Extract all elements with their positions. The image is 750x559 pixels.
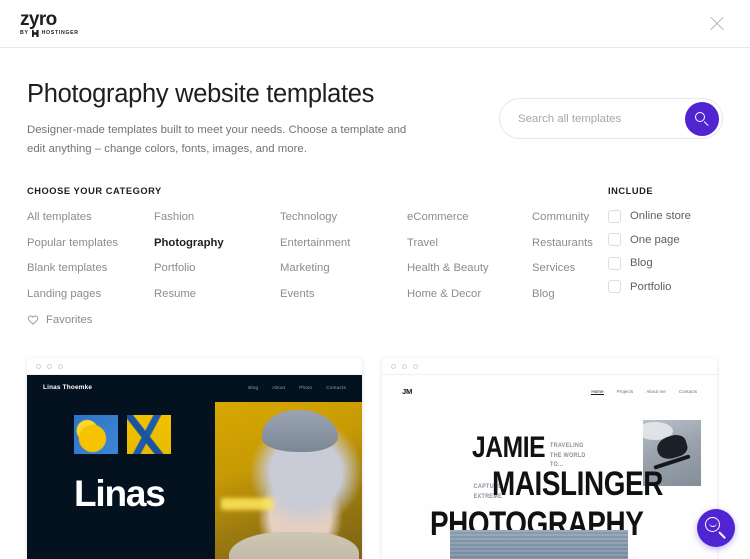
zyro-logo[interactable]: zyro BY HOSTINGER <box>12 10 79 37</box>
checkbox-one-page[interactable] <box>608 233 621 247</box>
category-item-marketing[interactable]: Marketing <box>280 261 407 276</box>
template-grid: Linas Thoemke Blog About Photo Contacts … <box>27 358 723 559</box>
category-item-all-templates[interactable]: All templates <box>27 210 154 225</box>
by-text: BY <box>20 29 29 36</box>
chrome-dot-icon <box>36 363 41 369</box>
hostinger-text: HOSTINGER <box>41 29 79 36</box>
checkbox-blog[interactable] <box>608 256 621 270</box>
search-input[interactable] <box>518 112 685 125</box>
ocean-photo <box>450 530 628 559</box>
preview-nav-item-photo: Photo <box>299 385 313 391</box>
category-item-technology[interactable]: Technology <box>280 210 407 225</box>
preview-headline: Linas <box>74 473 166 515</box>
preview-nav-item-projects: Projects <box>616 388 634 394</box>
preview-nav: Linas Thoemke Blog About Photo Contacts <box>27 375 362 391</box>
template-card-linas[interactable]: Linas Thoemke Blog About Photo Contacts … <box>27 358 362 559</box>
category-item-popular-templates[interactable]: Popular templates <box>27 236 154 251</box>
close-icon[interactable] <box>704 11 730 37</box>
template-preview-linas: Linas Thoemke Blog About Photo Contacts … <box>27 375 362 559</box>
preview-nav-links: Home Projects About me Contacts <box>591 389 697 395</box>
chrome-dot-icon <box>391 363 396 369</box>
category-item-portfolio[interactable]: Portfolio <box>154 261 280 276</box>
category-item-community[interactable]: Community <box>532 210 608 225</box>
chrome-dot-icon <box>413 363 418 369</box>
category-item-events[interactable]: Events <box>280 287 407 302</box>
filters-section: CHOOSE YOUR CATEGORY All templates Fashi… <box>27 186 723 327</box>
category-item-services[interactable]: Services <box>532 261 608 276</box>
include-heading: INCLUDE <box>608 185 654 196</box>
preview-headline-line2: MAISLINGER <box>492 465 663 504</box>
category-item-ecommerce[interactable]: eCommerce <box>407 210 532 225</box>
category-item-travel[interactable]: Travel <box>407 236 532 251</box>
chrome-dot-icon <box>402 363 407 369</box>
category-item-restaurants[interactable]: Restaurants <box>532 236 608 251</box>
page-head: Photography website templates Designer-m… <box>27 48 723 158</box>
preview-nav: JM Home Projects About me Contacts <box>382 375 717 396</box>
logo-byline: BY HOSTINGER <box>20 30 79 37</box>
category-item-home-decor[interactable]: Home & Decor <box>407 287 532 302</box>
preview-nav-item-about-me: About me <box>646 388 666 394</box>
page-head-text: Photography website templates Designer-m… <box>27 80 422 158</box>
preview-brand: Linas Thoemke <box>43 384 93 392</box>
include-option-online-store[interactable]: Online store <box>608 209 723 223</box>
search-icon <box>695 111 709 126</box>
chrome-dot-icon <box>47 363 52 369</box>
preview-nav-item-contacts: Contacts <box>678 388 697 394</box>
card-browser-chrome <box>382 358 717 376</box>
search-bar[interactable] <box>499 98 723 139</box>
include-option-one-page[interactable]: One page <box>608 233 723 247</box>
page-title: Photography website templates <box>27 80 375 108</box>
heart-icon <box>27 316 39 326</box>
preview-brand: JM <box>402 387 413 397</box>
include-label-blog: Blog <box>630 257 653 270</box>
category-item-fashion[interactable]: Fashion <box>154 210 280 225</box>
favorites-filter[interactable]: Favorites <box>27 314 608 326</box>
page-subtitle: Designer-made templates built to meet yo… <box>27 124 407 155</box>
favorites-label: Favorites <box>46 314 93 327</box>
thumbnail-flower-image <box>74 415 118 455</box>
include-filter: INCLUDE Online store One page Blog Portf… <box>608 186 723 327</box>
checkbox-online-store[interactable] <box>608 209 621 223</box>
search-submit-button[interactable] <box>685 101 719 136</box>
include-label-online-store: Online store <box>630 210 691 223</box>
page-body: Photography website templates Designer-m… <box>0 48 750 559</box>
category-item-health-beauty[interactable]: Health & Beauty <box>407 261 532 276</box>
checkbox-portfolio[interactable] <box>608 280 621 294</box>
preview-nav-item-home: Home <box>591 388 604 395</box>
category-item-resume[interactable]: Resume <box>154 287 280 302</box>
preview-nav-links: Blog About Photo Contacts <box>248 385 346 390</box>
include-option-portfolio[interactable]: Portfolio <box>608 280 723 294</box>
template-card-jamie[interactable]: JM Home Projects About me Contacts TRAVE… <box>382 358 717 559</box>
preview-nav-item-blog: Blog <box>248 385 259 391</box>
portrait-photo <box>215 402 362 559</box>
logo-wordmark: zyro <box>20 9 57 30</box>
category-item-entertainment[interactable]: Entertainment <box>280 236 407 251</box>
template-preview-jamie: JM Home Projects About me Contacts TRAVE… <box>382 375 717 559</box>
category-item-photography[interactable]: Photography <box>154 236 280 251</box>
chrome-dot-icon <box>58 363 63 369</box>
include-label-portfolio: Portfolio <box>630 280 672 293</box>
category-item-blog[interactable]: Blog <box>532 287 608 302</box>
app-header: zyro BY HOSTINGER <box>0 0 750 48</box>
category-grid: All templates Fashion Technology eCommer… <box>27 210 608 303</box>
preview-headline-line1: JAMIE <box>472 431 546 465</box>
preview-nav-item-contacts: Contacts <box>326 385 346 391</box>
preview-thumbnails <box>74 415 171 455</box>
category-heading: CHOOSE YOUR CATEGORY <box>27 185 162 196</box>
category-filter: CHOOSE YOUR CATEGORY All templates Fashi… <box>27 186 608 327</box>
include-label-one-page: One page <box>630 233 680 246</box>
include-option-blog[interactable]: Blog <box>608 256 723 270</box>
preview-nav-item-about: About <box>272 385 286 391</box>
card-browser-chrome <box>27 358 362 376</box>
category-item-landing-pages[interactable]: Landing pages <box>27 287 154 302</box>
thumbnail-leaf-image <box>127 415 171 455</box>
hostinger-mark-icon <box>31 30 39 37</box>
help-search-fab[interactable] <box>697 509 735 547</box>
category-item-blank-templates[interactable]: Blank templates <box>27 261 154 276</box>
